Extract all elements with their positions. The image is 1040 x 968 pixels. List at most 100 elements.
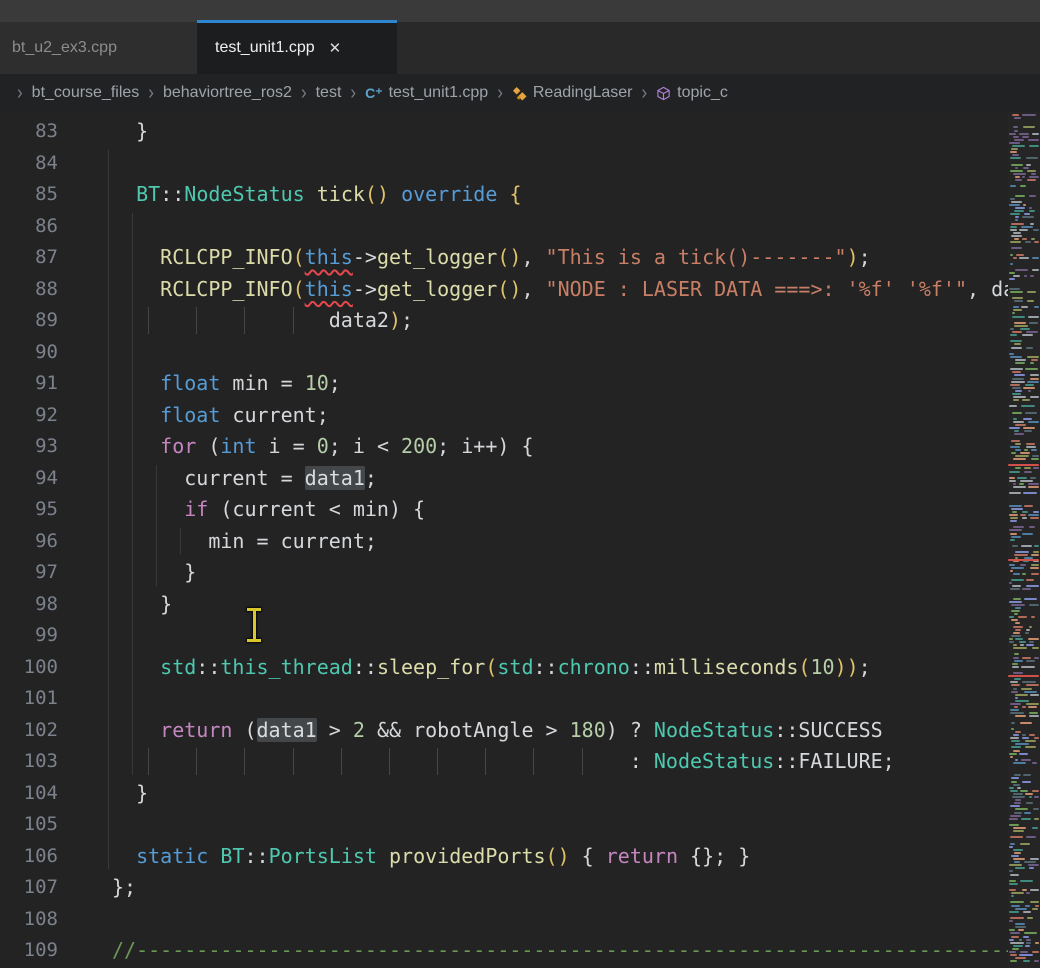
code-text: std::this_thread::sleep_for(std::chrono:…	[58, 652, 871, 684]
code-text: return (data1 > 2 && robotAngle > 180) ?…	[58, 715, 883, 747]
line-number: 96	[0, 526, 58, 558]
code-text: };	[58, 872, 136, 904]
tab-bar: bt_u2_ex3.cpp test_unit1.cpp ✕	[0, 22, 1040, 74]
error-squiggle-token: this	[305, 277, 353, 301]
code-text: float min = 10;	[58, 368, 341, 400]
breadcrumb-item-readinglaser[interactable]: ReadingLaser	[512, 84, 633, 102]
code-text: BT::NodeStatus tick() override {	[58, 179, 521, 211]
code-line: 89 data2);	[0, 305, 1008, 337]
line-number: 100	[0, 652, 58, 684]
code-text	[58, 620, 112, 652]
breadcrumb-item-test-unit1-cpp[interactable]: C⁺test_unit1.cpp	[365, 84, 488, 102]
line-number: 86	[0, 211, 58, 243]
line-number: 83	[0, 116, 58, 148]
chevron-right-icon: ›	[642, 81, 648, 105]
code-line: 102 return (data1 > 2 && robotAngle > 18…	[0, 715, 1008, 747]
code-text: //--------------------------------------…	[58, 935, 1008, 967]
tab-label: bt_u2_ex3.cpp	[12, 39, 117, 57]
chevron-right-icon: ›	[17, 81, 23, 105]
tab-test-unit1[interactable]: test_unit1.cpp ✕	[197, 22, 397, 74]
code-text: if (current < min) {	[58, 494, 425, 526]
line-number: 95	[0, 494, 58, 526]
close-icon[interactable]: ✕	[329, 39, 342, 57]
line-number: 91	[0, 368, 58, 400]
chevron-right-icon: ›	[497, 81, 503, 105]
code-text	[58, 337, 112, 369]
code-text: for (int i = 0; i < 200; i++) {	[58, 431, 533, 463]
minimap[interactable]	[1008, 112, 1040, 968]
line-number: 102	[0, 715, 58, 747]
code-line: 84	[0, 148, 1008, 180]
line-number: 104	[0, 778, 58, 810]
line-number: 89	[0, 305, 58, 337]
code-text: float current;	[58, 400, 329, 432]
breadcrumb-label: behaviortree_ros2	[163, 84, 292, 102]
code-text: data2);	[58, 305, 413, 337]
code-text	[58, 904, 112, 936]
word-highlight: data1	[257, 718, 317, 742]
code-text: RCLCPP_INFO(this->get_logger(), "This is…	[58, 242, 871, 274]
line-number: 88	[0, 274, 58, 306]
line-number: 106	[0, 841, 58, 873]
code-line: 98 }	[0, 589, 1008, 621]
code-text	[58, 148, 112, 180]
code-line: 83 }	[0, 116, 1008, 148]
class-icon	[512, 86, 527, 101]
code-line: 109//-----------------------------------…	[0, 935, 1008, 967]
breadcrumb-label: topic_c	[677, 84, 728, 102]
vscode-window: bt_u2_ex3.cpp test_unit1.cpp ✕ › bt_cours…	[0, 0, 1040, 968]
active-tab-indicator	[197, 20, 397, 23]
code-lines: 83 }8485 BT::NodeStatus tick() override …	[0, 116, 1008, 967]
line-number: 97	[0, 557, 58, 589]
line-number: 109	[0, 935, 58, 967]
code-text: : NodeStatus::FAILURE;	[58, 746, 895, 778]
breadcrumb: › bt_course_files › behaviortree_ros2 › test ›…	[0, 74, 1040, 112]
line-number: 87	[0, 242, 58, 274]
line-number: 105	[0, 809, 58, 841]
code-text: min = current;	[58, 526, 377, 558]
code-text: }	[58, 557, 196, 589]
code-text: }	[58, 778, 148, 810]
code-text	[58, 211, 112, 243]
breadcrumb-item-behaviortree-ros2[interactable]: behaviortree_ros2	[163, 84, 292, 102]
code-line: 99	[0, 620, 1008, 652]
code-editor[interactable]: 83 }8485 BT::NodeStatus tick() override …	[0, 112, 1008, 968]
breadcrumb-item-test[interactable]: test	[316, 84, 342, 102]
line-number: 107	[0, 872, 58, 904]
tab-label: test_unit1.cpp	[215, 39, 315, 57]
word-highlight: data1	[305, 466, 365, 490]
line-number: 85	[0, 179, 58, 211]
line-number: 94	[0, 463, 58, 495]
code-text	[58, 809, 112, 841]
breadcrumb-label: test	[316, 84, 342, 102]
code-line: 106 static BT::PortsList providedPorts()…	[0, 841, 1008, 873]
namespace-icon	[656, 86, 671, 101]
code-text: }	[58, 116, 148, 148]
tab-bt-u2-ex3[interactable]: bt_u2_ex3.cpp	[0, 22, 197, 74]
code-line: 101	[0, 683, 1008, 715]
text-cursor-ibeam	[246, 606, 262, 644]
code-line: 97 }	[0, 557, 1008, 589]
code-line: 107};	[0, 872, 1008, 904]
line-number: 101	[0, 683, 58, 715]
code-line: 91 float min = 10;	[0, 368, 1008, 400]
code-text: static BT::PortsList providedPorts() { r…	[58, 841, 750, 873]
breadcrumb-item-topic-c[interactable]: topic_c	[656, 84, 728, 102]
chevron-right-icon: ›	[148, 81, 154, 105]
breadcrumb-item-bt-course-files[interactable]: bt_course_files	[32, 84, 140, 102]
line-number: 84	[0, 148, 58, 180]
error-squiggle-token: this	[305, 245, 353, 269]
code-text: }	[58, 589, 172, 621]
code-line: 87 RCLCPP_INFO(this->get_logger(), "This…	[0, 242, 1008, 274]
line-number: 98	[0, 589, 58, 621]
code-line: 88 RCLCPP_INFO(this->get_logger(), "NODE…	[0, 274, 1008, 306]
code-line: 96 min = current;	[0, 526, 1008, 558]
code-line: 105	[0, 809, 1008, 841]
code-line: 92 float current;	[0, 400, 1008, 432]
code-text	[58, 683, 112, 715]
cpp-file-icon: C⁺	[365, 85, 383, 102]
code-line: 85 BT::NodeStatus tick() override {	[0, 179, 1008, 211]
code-line: 86	[0, 211, 1008, 243]
line-number: 90	[0, 337, 58, 369]
code-line: 104 }	[0, 778, 1008, 810]
